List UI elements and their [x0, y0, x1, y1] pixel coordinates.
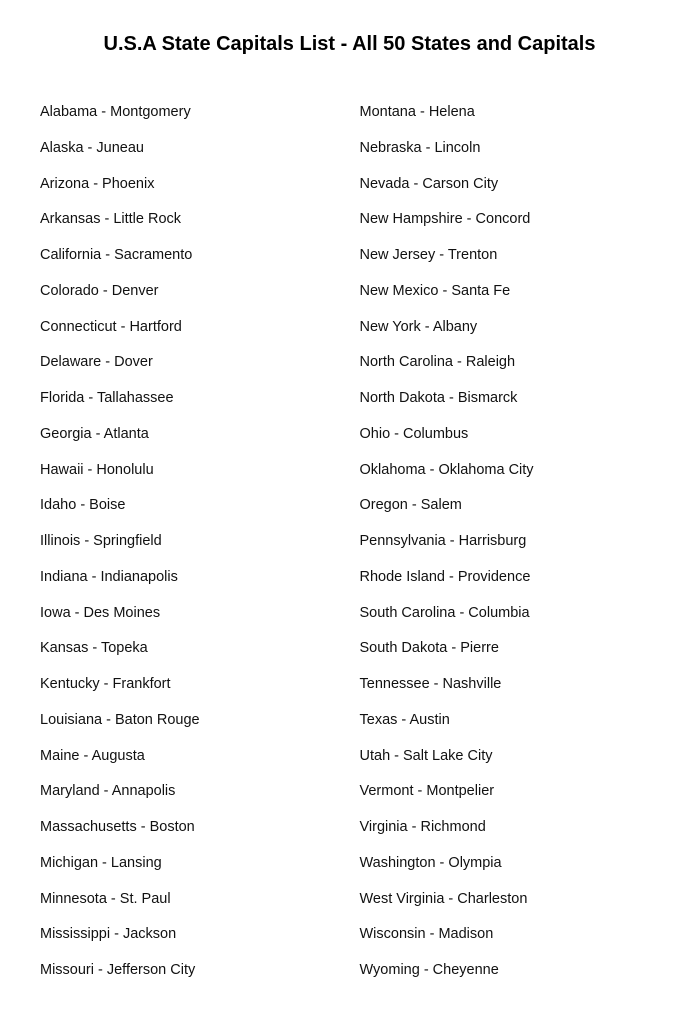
list-item: Montana - Helena [360, 98, 660, 128]
columns-container: Alabama - Montgomery Alaska - Juneau Arizo… [40, 98, 659, 986]
list-item: Illinois - Springfield [40, 527, 340, 557]
list-item: Iowa - Des Moines [40, 599, 340, 629]
list-item: Louisiana - Baton Rouge [40, 706, 340, 736]
list-item: Michigan - Lansing [40, 849, 340, 879]
list-item: Minnesota - St. Paul [40, 885, 340, 915]
list-item: Kentucky - Frankfort [40, 670, 340, 700]
list-item: Nevada - Carson City [360, 170, 660, 200]
list-item: Texas - Austin [360, 706, 660, 736]
list-item: North Carolina - Raleigh [360, 348, 660, 378]
list-item: Virginia - Richmond [360, 813, 660, 843]
right-column: Montana - Helena Nebraska - Lincoln Nevada… [360, 98, 660, 986]
list-item: West Virginia - Charleston [360, 885, 660, 915]
list-item: Kansas - Topeka [40, 634, 340, 664]
page-title: U.S.A State Capitals List - All 50 State… [40, 30, 659, 68]
list-item: Alaska - Juneau [40, 134, 340, 164]
list-item: Oklahoma - Oklahoma City [360, 456, 660, 486]
list-item: Alabama - Montgomery [40, 98, 340, 128]
list-item: California - Sacramento [40, 241, 340, 271]
list-item: Wyoming - Cheyenne [360, 956, 660, 986]
list-item: Vermont - Montpelier [360, 777, 660, 807]
list-item: North Dakota - Bismarck [360, 384, 660, 414]
list-item: Maine - Augusta [40, 742, 340, 772]
list-item: Tennessee - Nashville [360, 670, 660, 700]
list-item: Arizona - Phoenix [40, 170, 340, 200]
list-item: Rhode Island - Providence [360, 563, 660, 593]
list-item: New Jersey - Trenton [360, 241, 660, 271]
list-item: Delaware - Dover [40, 348, 340, 378]
list-item: Washington - Olympia [360, 849, 660, 879]
list-item: South Dakota - Pierre [360, 634, 660, 664]
left-column: Alabama - Montgomery Alaska - Juneau Arizo… [40, 98, 340, 986]
list-item: Missouri - Jefferson City [40, 956, 340, 986]
list-item: Utah - Salt Lake City [360, 742, 660, 772]
list-item: South Carolina - Columbia [360, 599, 660, 629]
list-item: Massachusetts - Boston [40, 813, 340, 843]
list-item: Connecticut - Hartford [40, 313, 340, 343]
list-item: Maryland - Annapolis [40, 777, 340, 807]
list-item: Indiana - Indianapolis [40, 563, 340, 593]
list-item: Idaho - Boise [40, 491, 340, 521]
list-item: New York - Albany [360, 313, 660, 343]
list-item: New Hampshire - Concord [360, 205, 660, 235]
list-item: Nebraska - Lincoln [360, 134, 660, 164]
list-item: Colorado - Denver [40, 277, 340, 307]
list-item: Hawaii - Honolulu [40, 456, 340, 486]
list-item: Pennsylvania - Harrisburg [360, 527, 660, 557]
list-item: Arkansas - Little Rock [40, 205, 340, 235]
list-item: Mississippi - Jackson [40, 920, 340, 950]
list-item: Wisconsin - Madison [360, 920, 660, 950]
list-item: Florida - Tallahassee [40, 384, 340, 414]
list-item: New Mexico - Santa Fe [360, 277, 660, 307]
list-item: Georgia - Atlanta [40, 420, 340, 450]
list-item: Ohio - Columbus [360, 420, 660, 450]
list-item: Oregon - Salem [360, 491, 660, 521]
